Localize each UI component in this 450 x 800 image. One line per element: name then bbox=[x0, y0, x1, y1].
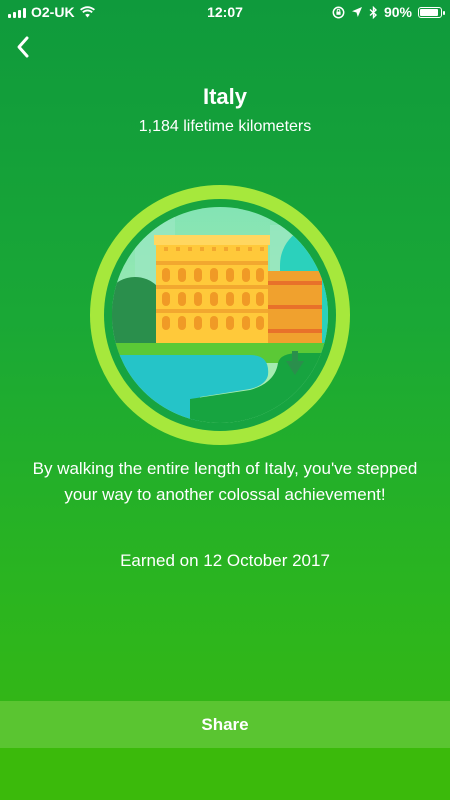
share-label: Share bbox=[201, 714, 249, 734]
battery-fill bbox=[420, 8, 438, 16]
achievement-description: By walking the entire length of Italy, y… bbox=[32, 459, 418, 504]
earned-date: Earned on 12 October 2017 bbox=[120, 551, 330, 570]
battery-percent: 90% bbox=[383, 4, 412, 20]
status-right: 90% bbox=[332, 4, 445, 20]
status-bar: O2-UK 12:07 90% bbox=[0, 0, 450, 24]
page-title: Italy bbox=[202, 84, 248, 109]
bottom-strip bbox=[0, 748, 450, 800]
lifetime-distance: 1,184 lifetime kilometers bbox=[138, 118, 312, 135]
location-icon bbox=[351, 7, 362, 17]
bluetooth-icon bbox=[369, 5, 377, 19]
share-button[interactable]: Share bbox=[0, 701, 450, 748]
back-button[interactable] bbox=[8, 32, 38, 62]
chevron-left-icon bbox=[17, 36, 29, 58]
colosseum-badge bbox=[90, 185, 350, 445]
battery-icon bbox=[418, 6, 445, 18]
orientation-lock-icon bbox=[332, 6, 345, 18]
